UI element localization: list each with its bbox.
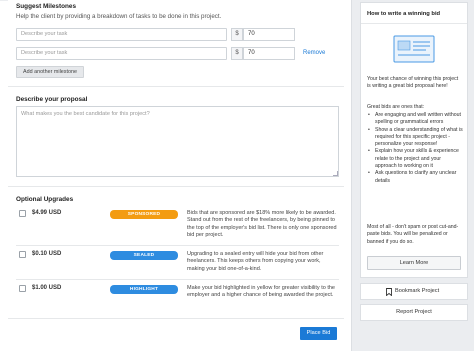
proposal-textarea[interactable]: What makes you the best candidate for th… <box>16 106 339 177</box>
sponsored-price: $4.99 USD <box>32 210 62 216</box>
sealed-price: $0.10 USD <box>32 251 62 257</box>
tips-list: Are engaging and well written without sp… <box>367 112 463 185</box>
section-divider <box>8 318 344 319</box>
milestones-title: Suggest Milestones <box>16 3 77 10</box>
sealed-checkbox[interactable] <box>19 251 26 258</box>
tip-item: Are engaging and well written without sp… <box>367 112 463 127</box>
section-divider <box>8 186 344 187</box>
tip-item: Show a clear understanding of what is re… <box>367 127 463 149</box>
place-bid-button[interactable]: Place Bid <box>300 327 337 340</box>
learn-more-button[interactable]: Learn More <box>367 256 461 270</box>
resize-handle-icon[interactable] <box>333 171 338 176</box>
milestone-task-input-2[interactable]: Describe your task <box>16 47 227 60</box>
milestones-subtitle: Help the client by providing a breakdown… <box>16 13 222 20</box>
row-divider <box>16 245 339 246</box>
highlight-badge: HIGHLIGHT <box>110 285 178 294</box>
highlight-price: $1.00 USD <box>32 285 62 291</box>
sealed-badge: SEALED <box>110 251 178 260</box>
tips-title: How to write a winning bid <box>367 11 441 17</box>
top-edge <box>0 0 8 1</box>
remove-milestone-link[interactable]: Remove <box>303 50 325 56</box>
add-milestone-button[interactable]: Add another milestone <box>16 66 84 78</box>
milestone-amount-input-1[interactable]: 70 <box>243 28 295 41</box>
report-label: Report Project <box>396 309 432 315</box>
sponsored-checkbox[interactable] <box>19 210 26 217</box>
tip-item: Explain how your skills & experience rel… <box>367 148 463 170</box>
upgrades-title: Optional Upgrades <box>16 196 74 203</box>
currency-prefix-1: $ <box>231 28 243 41</box>
proposal-title: Describe your proposal <box>16 96 88 103</box>
milestone-amount-input-2[interactable]: 70 <box>243 47 295 60</box>
document-illustration-icon <box>393 35 435 63</box>
currency-prefix-2: $ <box>231 47 243 60</box>
winning-bid-tips-card: How to write a winning bid Your best cha… <box>360 2 468 278</box>
sealed-description: Upgrading to a sealed entry will hide yo… <box>187 251 324 272</box>
report-project-button[interactable]: Report Project <box>360 304 468 321</box>
tip-item: Ask questions to clarify any unclear det… <box>367 170 463 185</box>
bookmark-project-button[interactable]: Bookmark Project <box>360 283 468 300</box>
sponsored-badge: SPONSORED <box>110 210 178 219</box>
bookmark-icon <box>386 288 392 296</box>
spam-warning: Most of all - don't spam or post cut-and… <box>367 224 459 245</box>
tips-intro: Your best chance of winning this project… <box>367 76 459 90</box>
bookmark-label: Bookmark Project <box>395 288 440 294</box>
highlight-description: Make your bid highlighted in yellow for … <box>187 285 335 299</box>
great-bids-label: Great bids are ones that: <box>367 104 425 110</box>
section-divider <box>8 86 344 87</box>
card-divider <box>361 23 467 24</box>
highlight-checkbox[interactable] <box>19 285 26 292</box>
milestone-task-input-1[interactable]: Describe your task <box>16 28 227 41</box>
row-divider <box>16 279 339 280</box>
sponsored-description: Bids that are sponsored are $18% more li… <box>187 210 337 238</box>
bid-form-panel: Suggest Milestones Help the client by pr… <box>0 0 352 351</box>
